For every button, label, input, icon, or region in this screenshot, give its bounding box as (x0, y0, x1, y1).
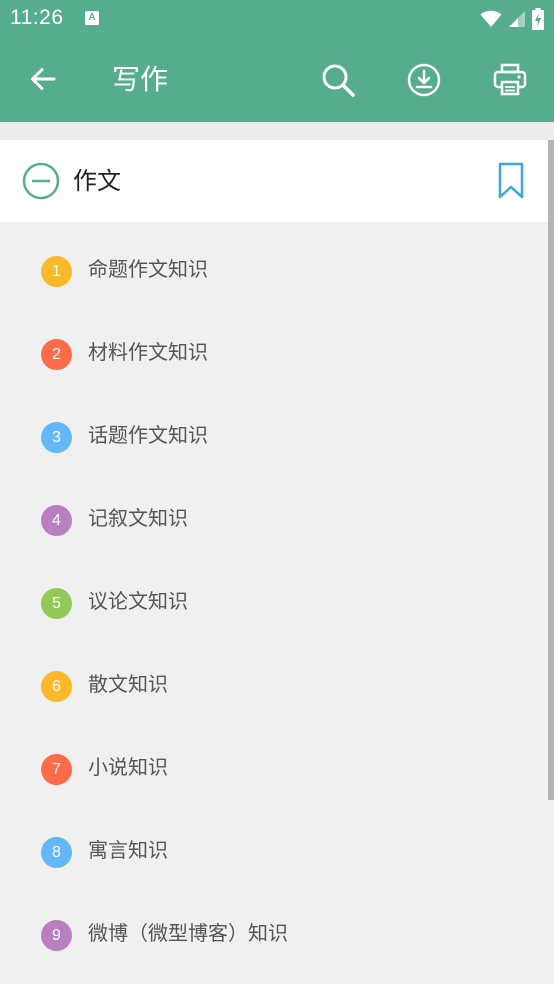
section-header[interactable]: 作文 (0, 140, 548, 222)
list-item[interactable]: 1 命题作文知识 (0, 222, 548, 305)
number-badge: 9 (41, 920, 72, 951)
list-item[interactable]: 9 微博（微型博客）知识 (0, 886, 548, 969)
page-title: 写作 (112, 63, 169, 96)
status-icons (480, 8, 544, 30)
bookmark-icon[interactable] (497, 162, 525, 200)
number-badge: 5 (41, 588, 72, 619)
battery-charging-icon (532, 8, 544, 30)
list-item-label: 散文知识 (88, 672, 168, 696)
list-item-label: 命题作文知识 (88, 257, 208, 281)
list-item[interactable]: 7 小说知识 (0, 720, 548, 803)
number-badge: 6 (41, 671, 72, 702)
number-badge: 1 (41, 256, 72, 287)
download-button[interactable] (402, 58, 446, 102)
number-badge: 2 (41, 339, 72, 370)
toolbar-shadow (0, 122, 554, 140)
scrollbar-thumb[interactable] (548, 140, 554, 800)
list-item[interactable]: 3 话题作文知识 (0, 388, 548, 471)
number-badge: 8 (41, 837, 72, 868)
list-item[interactable]: 2 材料作文知识 (0, 305, 548, 388)
download-icon (407, 63, 441, 97)
list-item[interactable]: 5 议论文知识 (0, 554, 548, 637)
back-button[interactable] (22, 58, 64, 100)
number-badge: 4 (41, 505, 72, 536)
list-item-label: 小说知识 (88, 755, 168, 779)
number-badge: 3 (41, 422, 72, 453)
signal-icon (509, 11, 525, 27)
list-item-label: 议论文知识 (88, 589, 188, 613)
list-item-label: 话题作文知识 (88, 423, 208, 447)
list-item[interactable]: 8 寓言知识 (0, 803, 548, 886)
list-item-label: 记叙文知识 (88, 506, 188, 530)
status-bar: 11:26 A (0, 0, 554, 38)
wifi-icon (480, 10, 502, 27)
back-arrow-icon (31, 68, 56, 90)
list-item[interactable]: 6 散文知识 (0, 637, 548, 720)
topic-list: 1 命题作文知识 2 材料作文知识 3 话题作文知识 4 记叙文知识 5 议论文… (0, 222, 548, 984)
search-button[interactable] (316, 58, 360, 102)
scrollbar[interactable] (548, 140, 554, 984)
app-bar: 写作 (0, 38, 554, 122)
number-badge: 7 (41, 754, 72, 785)
list-item[interactable]: 4 记叙文知识 (0, 471, 548, 554)
section-title: 作文 (73, 167, 121, 195)
list-item-label: 材料作文知识 (88, 340, 208, 364)
print-icon (493, 63, 527, 96)
print-button[interactable] (488, 58, 532, 102)
collapse-minus-icon[interactable] (22, 162, 60, 200)
list-item-label: 微博（微型博客）知识 (88, 921, 288, 945)
search-icon (322, 64, 355, 97)
status-time: 11:26 (10, 6, 64, 29)
list-item-label: 寓言知识 (88, 838, 168, 862)
notification-a-icon: A (85, 11, 99, 25)
